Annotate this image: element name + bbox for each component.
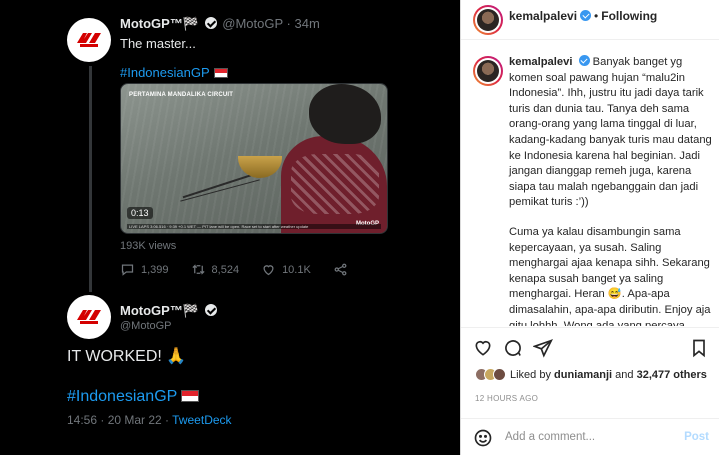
like-button[interactable]: 10.1K bbox=[261, 262, 311, 277]
tweet2-author-handle[interactable]: @MotoGP bbox=[120, 320, 172, 332]
flag-indonesia-icon bbox=[213, 68, 228, 78]
verified-badge-icon bbox=[204, 304, 217, 316]
ig-action-bar bbox=[461, 327, 719, 367]
caption-paragraph-1: kemalpalevi Banyak banget yg komen soal … bbox=[509, 55, 713, 211]
retweet-icon bbox=[191, 264, 205, 275]
tweet1-views: 193K views bbox=[120, 240, 177, 252]
comment-icon[interactable] bbox=[503, 338, 523, 358]
reply-icon bbox=[121, 264, 134, 276]
tweet1-hashtag-link[interactable]: #IndonesianGP bbox=[120, 65, 210, 80]
instagram-post-panel: kemalpalevi • Following kemalpalevi Banyak… bbox=[460, 0, 720, 455]
reply-count: 1,399 bbox=[141, 263, 169, 276]
bookmark-icon[interactable] bbox=[689, 338, 709, 358]
retweet-count: 8,524 bbox=[211, 263, 240, 276]
heart-icon[interactable] bbox=[473, 338, 493, 358]
ig-caption-scroll[interactable]: kemalpalevi Banyak banget yg komen soal … bbox=[461, 46, 719, 326]
tweet2-author-name[interactable]: MotoGP™🏁 bbox=[120, 303, 199, 318]
tweet2-hashtag-link[interactable]: #IndonesianGP bbox=[67, 388, 177, 405]
liked-by-user[interactable]: duniamanji bbox=[554, 369, 612, 381]
tweet1-time[interactable]: · 34m bbox=[287, 16, 320, 31]
caption-username[interactable]: kemalpalevi bbox=[509, 56, 572, 68]
ig-comment-bar: Post bbox=[461, 418, 719, 455]
ig-post-header: kemalpalevi • Following bbox=[461, 0, 719, 40]
liked-by-prefix: Liked by bbox=[510, 368, 551, 381]
following-button[interactable]: Following bbox=[601, 9, 657, 23]
share-icon bbox=[334, 263, 347, 276]
thread-connector-line bbox=[89, 66, 92, 292]
tweet1-actions: 1,399 8,524 10.1K bbox=[120, 262, 376, 277]
verified-badge-icon bbox=[204, 17, 217, 29]
video-duration: 0:13 bbox=[127, 207, 153, 219]
verified-badge-icon bbox=[580, 10, 592, 21]
tweet2-meta: 14:56 · 20 Mar 22 · TweetDeck bbox=[67, 413, 232, 427]
send-icon[interactable] bbox=[533, 338, 553, 358]
likes-text: Liked by duniamanji and 32,477 others bbox=[510, 369, 707, 381]
tweet1-video[interactable]: PERTAMINA MANDALIKA CIRCUIT 0:13 MotoGP … bbox=[120, 83, 388, 234]
video-overlay-title: PERTAMINA MANDALIKA CIRCUIT bbox=[129, 92, 234, 98]
verified-badge-icon bbox=[578, 55, 590, 66]
liked-by-count[interactable]: 32,477 others bbox=[637, 369, 707, 381]
liked-by-and: and bbox=[615, 368, 634, 381]
post-comment-button[interactable]: Post bbox=[684, 431, 709, 443]
share-button[interactable] bbox=[333, 262, 354, 277]
liker-avatar-3[interactable] bbox=[493, 368, 506, 381]
caption-avatar[interactable] bbox=[473, 56, 503, 86]
video-person-pattern bbox=[291, 154, 379, 214]
motogp-avatar-2[interactable] bbox=[67, 295, 111, 339]
ig-likes-line: Liked by duniamanji and 32,477 others bbox=[475, 368, 707, 381]
tweet1-text: The master... bbox=[120, 36, 196, 51]
motogp-avatar[interactable] bbox=[67, 18, 111, 62]
like-icon bbox=[263, 265, 274, 276]
ig-username[interactable]: kemalpalevi bbox=[509, 9, 577, 23]
tweet1-header: MotoGP™🏁 @MotoGP · 34m bbox=[120, 16, 320, 32]
avatar[interactable] bbox=[473, 5, 503, 35]
ig-post-time[interactable]: 12 HOURS AGO bbox=[475, 394, 538, 403]
retweet-button[interactable]: 8,524 bbox=[191, 262, 240, 277]
tweet1-hashtag-line: #IndonesianGP bbox=[120, 65, 228, 80]
like-count: 10.1K bbox=[282, 263, 311, 276]
tweet1-author-handle[interactable]: @MotoGP bbox=[222, 16, 283, 31]
caption-text-1: Banyak banget yg komen soal pawang hujan… bbox=[509, 56, 712, 209]
separator-dot: • bbox=[594, 9, 599, 23]
flag-indonesia-icon bbox=[181, 390, 200, 402]
motogp-logo-icon bbox=[73, 301, 105, 333]
tweet2-text: IT WORKED! 🙏 bbox=[67, 348, 187, 365]
ig-caption: kemalpalevi Banyak banget yg komen soal … bbox=[509, 55, 713, 326]
tweet2-hashtag-line: #IndonesianGP bbox=[67, 388, 200, 406]
video-ticker: LIVE LAPS 3:06.516 · 9:39 +0.1 WET — PIT… bbox=[127, 224, 381, 229]
tweet1-author-name[interactable]: MotoGP™🏁 bbox=[120, 16, 199, 31]
motogp-logo-icon bbox=[73, 24, 105, 56]
tweet2-author-line: MotoGP™🏁 bbox=[120, 303, 219, 319]
tweet2-timestamp[interactable]: 14:56 · 20 Mar 22 · bbox=[67, 413, 172, 427]
ig-header-user: kemalpalevi • Following bbox=[509, 9, 657, 23]
tweet2-source[interactable]: TweetDeck bbox=[172, 413, 231, 427]
reply-button[interactable]: 1,399 bbox=[120, 262, 169, 277]
emoji-icon[interactable] bbox=[473, 428, 493, 448]
tweet-thread-screenshot: MotoGP™🏁 @MotoGP · 34m The master... #In… bbox=[0, 0, 460, 455]
comment-input[interactable] bbox=[505, 431, 665, 443]
caption-paragraph-2: Cuma ya kalau disambungin sama kepercaya… bbox=[509, 225, 711, 326]
